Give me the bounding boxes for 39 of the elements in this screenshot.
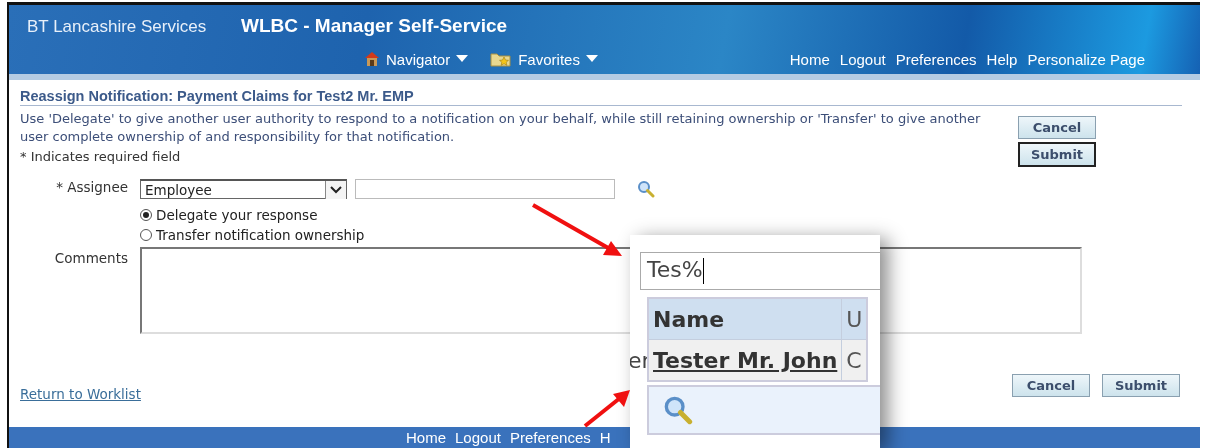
action-button[interactable]: Cancel xyxy=(1018,116,1096,140)
column-header: U xyxy=(841,298,868,340)
footer-link[interactable]: H xyxy=(599,429,611,447)
radio-option[interactable]: Transfer notification ownership xyxy=(140,227,1200,244)
header-link[interactable]: Help xyxy=(986,50,1018,68)
annotation-arrow xyxy=(583,390,630,428)
radio-option[interactable]: Delegate your response xyxy=(140,207,1200,224)
header-link[interactable]: Logout xyxy=(839,50,886,68)
search-icon[interactable] xyxy=(637,180,655,199)
header-link[interactable]: Home xyxy=(789,50,830,68)
field-label: Comments xyxy=(53,249,128,269)
house-icon xyxy=(364,51,380,67)
menu-button[interactable]: Navigator xyxy=(364,50,469,68)
radio-button[interactable] xyxy=(140,229,152,242)
brand-name: BT Lancashire Services xyxy=(27,17,208,37)
action-button[interactable]: Cancel xyxy=(1012,374,1090,398)
field-label: * Assignee xyxy=(55,179,128,198)
column-header: Name xyxy=(648,298,842,340)
app-title: WLBC - Manager Self-Service xyxy=(241,15,508,37)
footer-link[interactable]: Logout xyxy=(455,429,501,447)
search-icon[interactable] xyxy=(663,395,693,425)
page-title: Reassign Notification: Payment Claims for Test2 Mr. EMP xyxy=(20,80,1182,107)
menu-button[interactable]: Favorites xyxy=(490,50,598,68)
footer-link[interactable]: Preferences xyxy=(509,429,591,447)
caret-icon xyxy=(585,55,598,63)
caret-icon xyxy=(456,55,469,63)
action-button[interactable]: Submit xyxy=(1102,374,1180,398)
assignee-type-select[interactable]: Employee xyxy=(140,179,347,200)
footer-link[interactable]: Home xyxy=(406,429,446,447)
search-field[interactable]: Tes% xyxy=(640,252,880,290)
header-link[interactable]: Preferences xyxy=(895,50,977,68)
instruction-text: Use 'Delegate' to give another user authority to respond to a notification on your behalf, while still retaining ownership or 'Transfer' to give another user complete ownership of and responsibility for that notification. xyxy=(20,110,982,147)
action-button[interactable]: Submit xyxy=(1018,142,1096,168)
required-note: * Indicates required field xyxy=(20,149,182,165)
return-link[interactable]: Return to Worklist xyxy=(20,386,141,403)
assignee-input-field[interactable] xyxy=(355,179,615,200)
header-link[interactable]: Personalize Page xyxy=(1027,50,1145,68)
radio-button[interactable] xyxy=(140,209,152,222)
folder-star-icon xyxy=(490,51,513,67)
